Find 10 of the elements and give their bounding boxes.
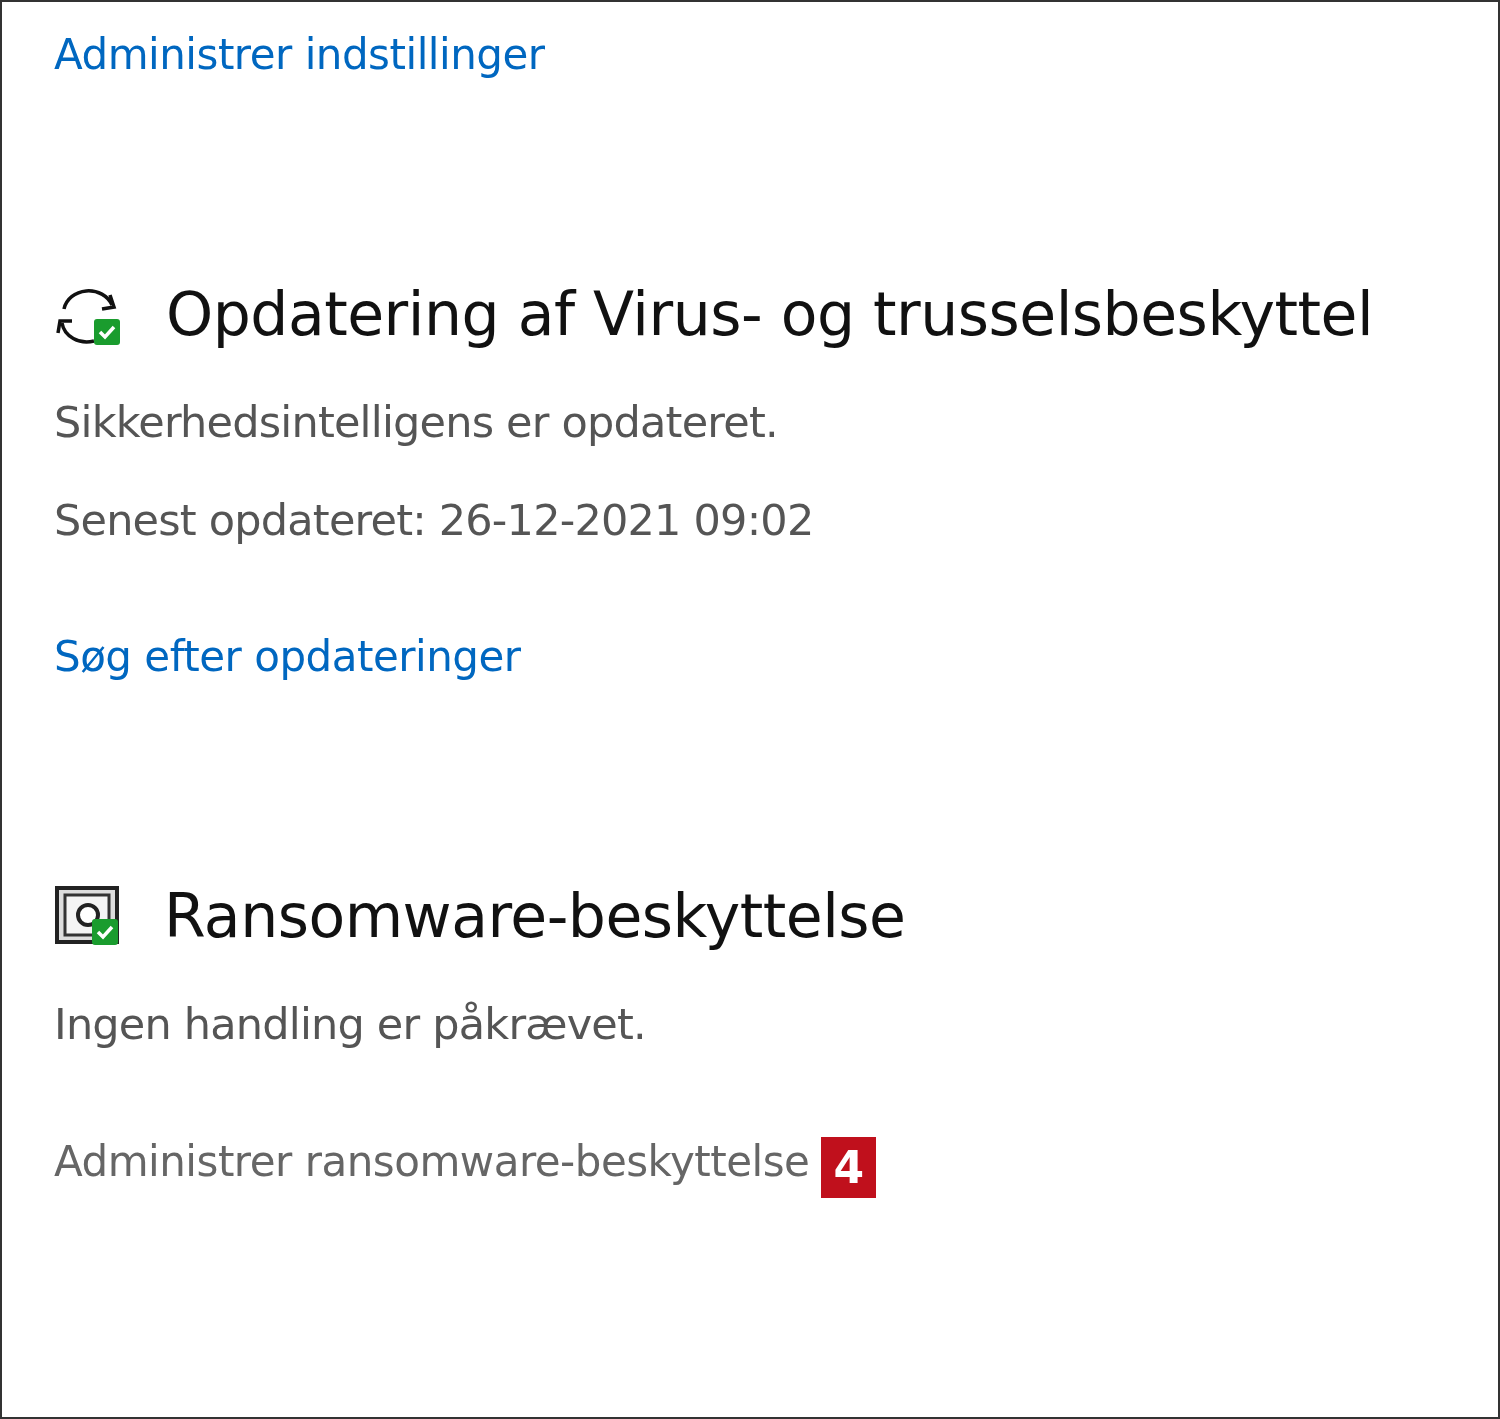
status-text: Senest opdateret: 26-12-2021 09:02 bbox=[54, 494, 815, 547]
section-title: Ransomware-beskyttelse bbox=[164, 881, 906, 952]
section-title: Opdatering af Virus- og trusselsbeskyttel bbox=[166, 279, 1374, 349]
safe-icon bbox=[54, 885, 122, 948]
status-text: Ingen handling er påkrævet. bbox=[54, 999, 647, 1051]
section-link[interactable]: Administrer ransomware-beskyttelse bbox=[54, 1136, 810, 1186]
manage-settings-link[interactable]: Administrer indstillinger bbox=[54, 30, 545, 79]
section-link[interactable]: Søg efter opdateringer bbox=[54, 632, 521, 682]
number-badge: 4 bbox=[821, 1136, 877, 1198]
status-text: Sikkerhedsintelligens er opdateret. bbox=[54, 397, 779, 449]
